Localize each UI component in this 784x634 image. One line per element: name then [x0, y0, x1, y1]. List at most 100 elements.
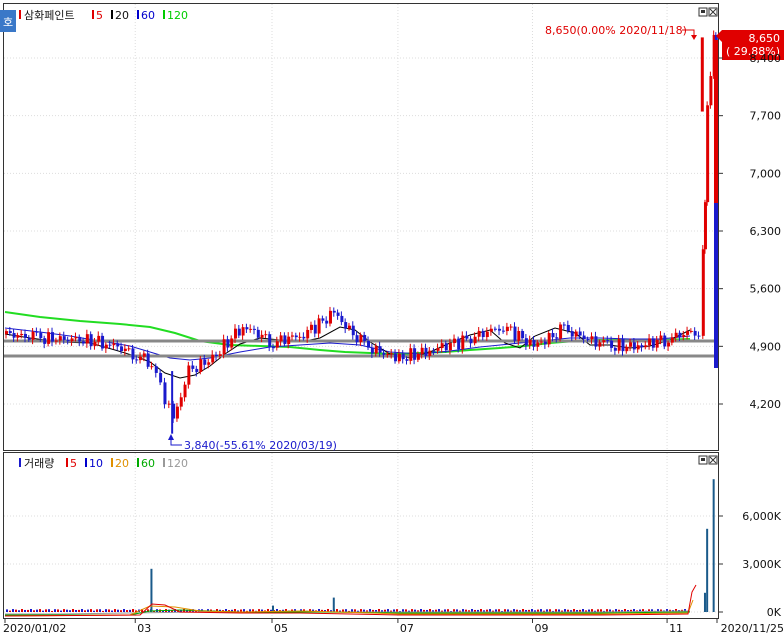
candle-body [154, 366, 158, 373]
price-panel-maximize-icon [701, 10, 705, 13]
x-tick-label: 05 [274, 622, 288, 634]
candle-body [386, 354, 390, 356]
candle-body [351, 325, 355, 336]
candle-body [127, 348, 131, 350]
candle-body [16, 335, 20, 338]
volume-panel-frame [3, 452, 719, 619]
candle-body [302, 336, 306, 339]
candle-body [465, 335, 469, 339]
legend-swatch [111, 10, 113, 19]
price-tick-label: 6,300 [750, 225, 782, 238]
candle-body [444, 343, 448, 351]
candle-body [207, 362, 211, 365]
volume-bar [120, 610, 122, 612]
candle-body [27, 337, 31, 340]
volume-bar [72, 609, 74, 612]
candle-body [606, 340, 610, 342]
candle-body [328, 310, 332, 324]
x-tick-label: 2020/01/02 [3, 622, 66, 634]
candle-body [703, 202, 707, 250]
volume-bar [36, 609, 38, 612]
candle-body [226, 339, 230, 348]
candle-body [528, 339, 532, 346]
volume-bar [24, 609, 26, 612]
candle-body [51, 332, 55, 342]
candle-body [559, 324, 563, 339]
volume-bar [96, 609, 98, 612]
candle-body [689, 330, 693, 332]
legend-swatch [66, 458, 68, 467]
stock-chart: 8,650(0.00% 2020/11/18) 3,840(-55.61% 20… [0, 3, 784, 634]
candle-body [195, 368, 199, 372]
candle-body [367, 340, 371, 348]
right-edge-candles [714, 40, 718, 368]
candle-body [199, 359, 203, 372]
volume-bar [90, 609, 92, 612]
candle-body [509, 326, 513, 328]
stock-name: 삼화페인트 [24, 9, 75, 22]
price-axis: 8,400 7,700 7,000 6,300 5,600 4,900 4,200 [718, 52, 781, 411]
candle-body [31, 331, 35, 340]
high-annotation-text: 8,650(0.00% 2020/11/18) [545, 24, 687, 37]
stock-name-marker [19, 10, 21, 19]
candle-body [617, 339, 621, 351]
candle-body [191, 365, 195, 369]
candle-body [313, 324, 317, 334]
candle-body [146, 353, 150, 367]
candle-body [686, 331, 690, 335]
candle-body [382, 352, 386, 355]
candle-body [317, 318, 321, 334]
candle-body [256, 329, 260, 338]
volume-bar [126, 610, 128, 612]
candle-body [701, 249, 705, 336]
candle-body [648, 338, 652, 346]
candle-body [58, 336, 62, 341]
candle-body [39, 332, 43, 339]
candle-body [586, 339, 590, 341]
candle-body [264, 334, 268, 336]
x-tick-label: 11 [669, 622, 683, 634]
candle-body [436, 348, 440, 351]
volume-bar [63, 609, 65, 612]
candle-body [644, 345, 648, 348]
price-tick-label: 4,200 [750, 398, 782, 411]
candle-body [135, 359, 139, 361]
volume-axis: 6,000K 3,000K 0K [718, 510, 782, 619]
candle-body [547, 333, 551, 345]
candle-body [12, 333, 16, 338]
candle-body [709, 76, 713, 106]
volume-bar [9, 610, 11, 612]
candle-body [108, 344, 112, 346]
candle-body [131, 348, 135, 360]
candle-body [306, 329, 310, 339]
legend-label: 60 [141, 9, 155, 22]
candle-body [401, 353, 405, 360]
volume-bar [99, 609, 101, 612]
candle-body [481, 330, 485, 338]
volume-bar-spike [332, 597, 335, 612]
candle-body [62, 336, 66, 340]
candle-body [667, 342, 671, 347]
legend-label: 20 [115, 457, 129, 470]
candle-body [498, 328, 502, 331]
volume-bar [111, 610, 113, 612]
candle-body [54, 340, 58, 342]
volume-bar-spike [712, 479, 715, 612]
price-tick-label: 7,700 [750, 110, 782, 123]
volume-bar [102, 610, 104, 612]
candle-body [682, 334, 686, 338]
candle-body [116, 343, 120, 347]
legend-label: 5 [96, 9, 103, 22]
volume-bar [66, 609, 68, 612]
candle-body [502, 330, 506, 332]
candle-body [570, 331, 574, 337]
x-tick-label: 03 [137, 622, 151, 634]
volume-bar [48, 609, 50, 612]
volume-bar [15, 609, 17, 612]
volume-bar [108, 609, 110, 612]
candle-body [253, 328, 257, 330]
candle-body [636, 345, 640, 350]
candle-body [543, 341, 547, 345]
volume-tick-label: 0K [767, 606, 782, 619]
candle-body [325, 320, 329, 324]
